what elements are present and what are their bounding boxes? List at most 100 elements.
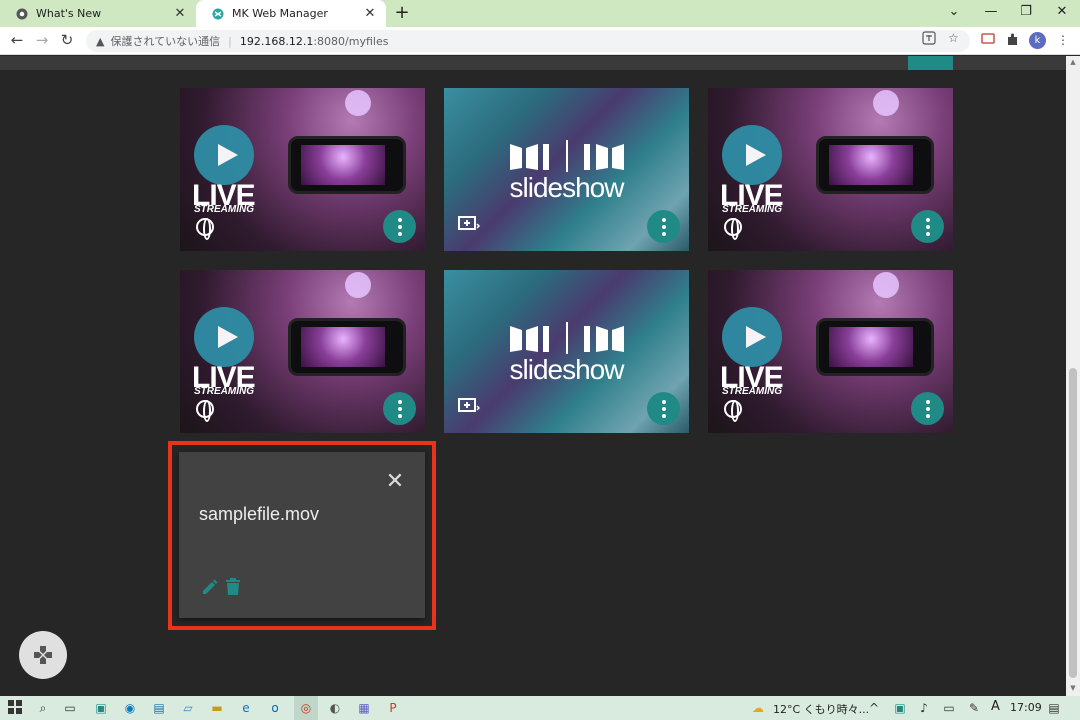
windows-start-icon[interactable] bbox=[7, 700, 23, 716]
notification-icon[interactable]: ▤ bbox=[1046, 700, 1062, 716]
teams-icon[interactable]: ▦ bbox=[356, 700, 372, 716]
powerpoint-icon[interactable]: P bbox=[385, 700, 401, 716]
stage-light bbox=[345, 90, 371, 116]
bookmark-star-icon[interactable]: ☆ bbox=[948, 31, 959, 45]
notes-icon[interactable]: ▱ bbox=[180, 700, 196, 716]
page-scrollbar[interactable]: ▲ ▼ bbox=[1066, 56, 1080, 696]
forward-arrow-icon[interactable]: → bbox=[33, 31, 51, 49]
more-options-button[interactable] bbox=[647, 392, 680, 425]
slideshow-title: slideshow bbox=[509, 354, 625, 385]
file-card-live-streaming[interactable]: LIVE STREAMING bbox=[180, 88, 425, 251]
store-icon[interactable]: ▤ bbox=[151, 700, 167, 716]
tab-close-icon[interactable]: ✕ bbox=[170, 6, 190, 21]
app-icon[interactable]: ◐ bbox=[327, 700, 343, 716]
chrome-icon[interactable]: ◎ bbox=[298, 700, 314, 716]
page-content: LIVE STREAMING slideshow LIVE STREAMING … bbox=[0, 56, 1066, 696]
phone-graphic bbox=[816, 136, 934, 194]
speaker-icon[interactable]: ♪ bbox=[916, 700, 932, 716]
scroll-thumb[interactable] bbox=[1069, 368, 1077, 678]
outlook-icon[interactable]: o bbox=[267, 700, 283, 716]
globe-icon bbox=[196, 400, 214, 422]
mk-favicon-icon bbox=[212, 8, 224, 20]
pen-icon[interactable]: ✎ bbox=[966, 700, 982, 716]
windows-taskbar: ⌕ ▭ ▣ ◉ ▤ ▱ ▬ e o ◎ ◐ ▦ P ☁ 12°C くもり時々..… bbox=[0, 696, 1080, 720]
browser-toolbar: ← → ↻ ▲ 保護されていない通信 | 192.168.12.1 :8080/… bbox=[0, 27, 1080, 55]
gamepad-fab-button[interactable] bbox=[19, 631, 67, 679]
translate-icon[interactable] bbox=[922, 31, 936, 48]
minimize-button[interactable]: — bbox=[981, 4, 1001, 19]
delete-trash-icon[interactable] bbox=[225, 578, 241, 596]
edit-pencil-icon[interactable] bbox=[201, 578, 219, 596]
more-menu-icon[interactable]: ⋮ bbox=[1055, 33, 1071, 49]
reload-icon[interactable]: ↻ bbox=[58, 31, 76, 49]
tab-whats-new[interactable]: What's New ✕ bbox=[0, 0, 196, 27]
phone-graphic bbox=[288, 318, 406, 376]
live-subtitle: STREAMING bbox=[194, 204, 254, 215]
url-path: :8080/myfiles bbox=[313, 34, 389, 48]
task-view-icon[interactable]: ▭ bbox=[62, 700, 78, 716]
scroll-up-icon[interactable]: ▲ bbox=[1068, 58, 1078, 66]
more-options-button[interactable] bbox=[647, 210, 680, 243]
security-status: 保護されていない通信 bbox=[110, 35, 221, 48]
more-options-button[interactable] bbox=[911, 392, 944, 425]
address-divider: | bbox=[228, 34, 232, 48]
file-card-slideshow[interactable]: slideshow bbox=[444, 88, 689, 251]
more-options-button[interactable] bbox=[383, 210, 416, 243]
ime-indicator[interactable]: A bbox=[991, 699, 1000, 714]
gamepad-icon bbox=[34, 646, 52, 664]
browser-tabstrip: What's New ✕ MK Web Manager ✕ + ⌄ — ❐ ✕ bbox=[0, 0, 1080, 27]
app-header-bar bbox=[0, 56, 1066, 70]
address-bar[interactable]: ▲ 保護されていない通信 | 192.168.12.1 :8080/myfile… bbox=[86, 30, 970, 52]
play-icon bbox=[194, 307, 254, 367]
url-host: 192.168.12.1 bbox=[239, 34, 314, 48]
close-window-button[interactable]: ✕ bbox=[1052, 4, 1072, 19]
edge-icon[interactable]: ◉ bbox=[122, 700, 138, 716]
app-icon[interactable]: ▣ bbox=[93, 700, 109, 716]
live-subtitle: STREAMING bbox=[194, 386, 254, 397]
slideshow-logo-icon bbox=[510, 140, 624, 172]
stage-light bbox=[873, 90, 899, 116]
weather-text[interactable]: 12°C くもり時々... bbox=[773, 701, 869, 717]
tab-search-icon[interactable]: ⌄ bbox=[944, 4, 964, 19]
globe-icon bbox=[724, 400, 742, 422]
globe-icon bbox=[724, 218, 742, 240]
warning-icon[interactable]: ▲ bbox=[96, 35, 104, 48]
restore-button[interactable]: ❐ bbox=[1016, 4, 1036, 19]
new-tab-button[interactable]: + bbox=[392, 3, 412, 23]
tab-close-icon[interactable]: ✕ bbox=[360, 6, 380, 21]
clock-time[interactable]: 17:09 bbox=[1010, 701, 1042, 714]
phone-graphic bbox=[816, 318, 934, 376]
more-options-button[interactable] bbox=[383, 392, 416, 425]
tab-title: MK Web Manager bbox=[232, 7, 328, 20]
tab-mk-web-manager[interactable]: MK Web Manager ✕ bbox=[196, 0, 386, 27]
scroll-down-icon[interactable]: ▼ bbox=[1068, 684, 1078, 692]
live-subtitle: STREAMING bbox=[722, 204, 782, 215]
file-card-live-streaming[interactable]: LIVE STREAMING bbox=[708, 270, 953, 433]
file-card-live-streaming[interactable]: LIVE STREAMING bbox=[180, 270, 425, 433]
chevron-up-icon[interactable]: ^ bbox=[866, 700, 882, 716]
profile-avatar[interactable]: k bbox=[1029, 32, 1046, 49]
stage-light bbox=[873, 272, 899, 298]
extensions-puzzle-icon[interactable] bbox=[1004, 33, 1020, 49]
cast-icon[interactable] bbox=[980, 33, 996, 49]
header-accent bbox=[908, 56, 953, 70]
phone-graphic bbox=[288, 136, 406, 194]
file-card-live-streaming[interactable]: LIVE STREAMING bbox=[708, 88, 953, 251]
internet-explorer-icon[interactable]: e bbox=[238, 700, 254, 716]
chrome-icon bbox=[16, 8, 28, 20]
file-detail-card: ✕ samplefile.mov bbox=[179, 452, 425, 618]
more-options-button[interactable] bbox=[911, 210, 944, 243]
file-name: samplefile.mov bbox=[199, 504, 320, 524]
close-icon[interactable]: ✕ bbox=[385, 471, 405, 493]
folder-icon[interactable]: ▬ bbox=[209, 700, 225, 716]
battery-icon[interactable]: ▭ bbox=[941, 700, 957, 716]
tray-app-icon[interactable]: ▣ bbox=[892, 700, 908, 716]
play-icon bbox=[722, 307, 782, 367]
back-arrow-icon[interactable]: ← bbox=[8, 31, 26, 49]
file-card-slideshow[interactable]: slideshow bbox=[444, 270, 689, 433]
slideshow-title: slideshow bbox=[509, 172, 625, 203]
weather-icon[interactable]: ☁ bbox=[750, 700, 766, 716]
globe-icon bbox=[196, 218, 214, 240]
play-icon bbox=[194, 125, 254, 185]
search-icon[interactable]: ⌕ bbox=[35, 700, 51, 716]
